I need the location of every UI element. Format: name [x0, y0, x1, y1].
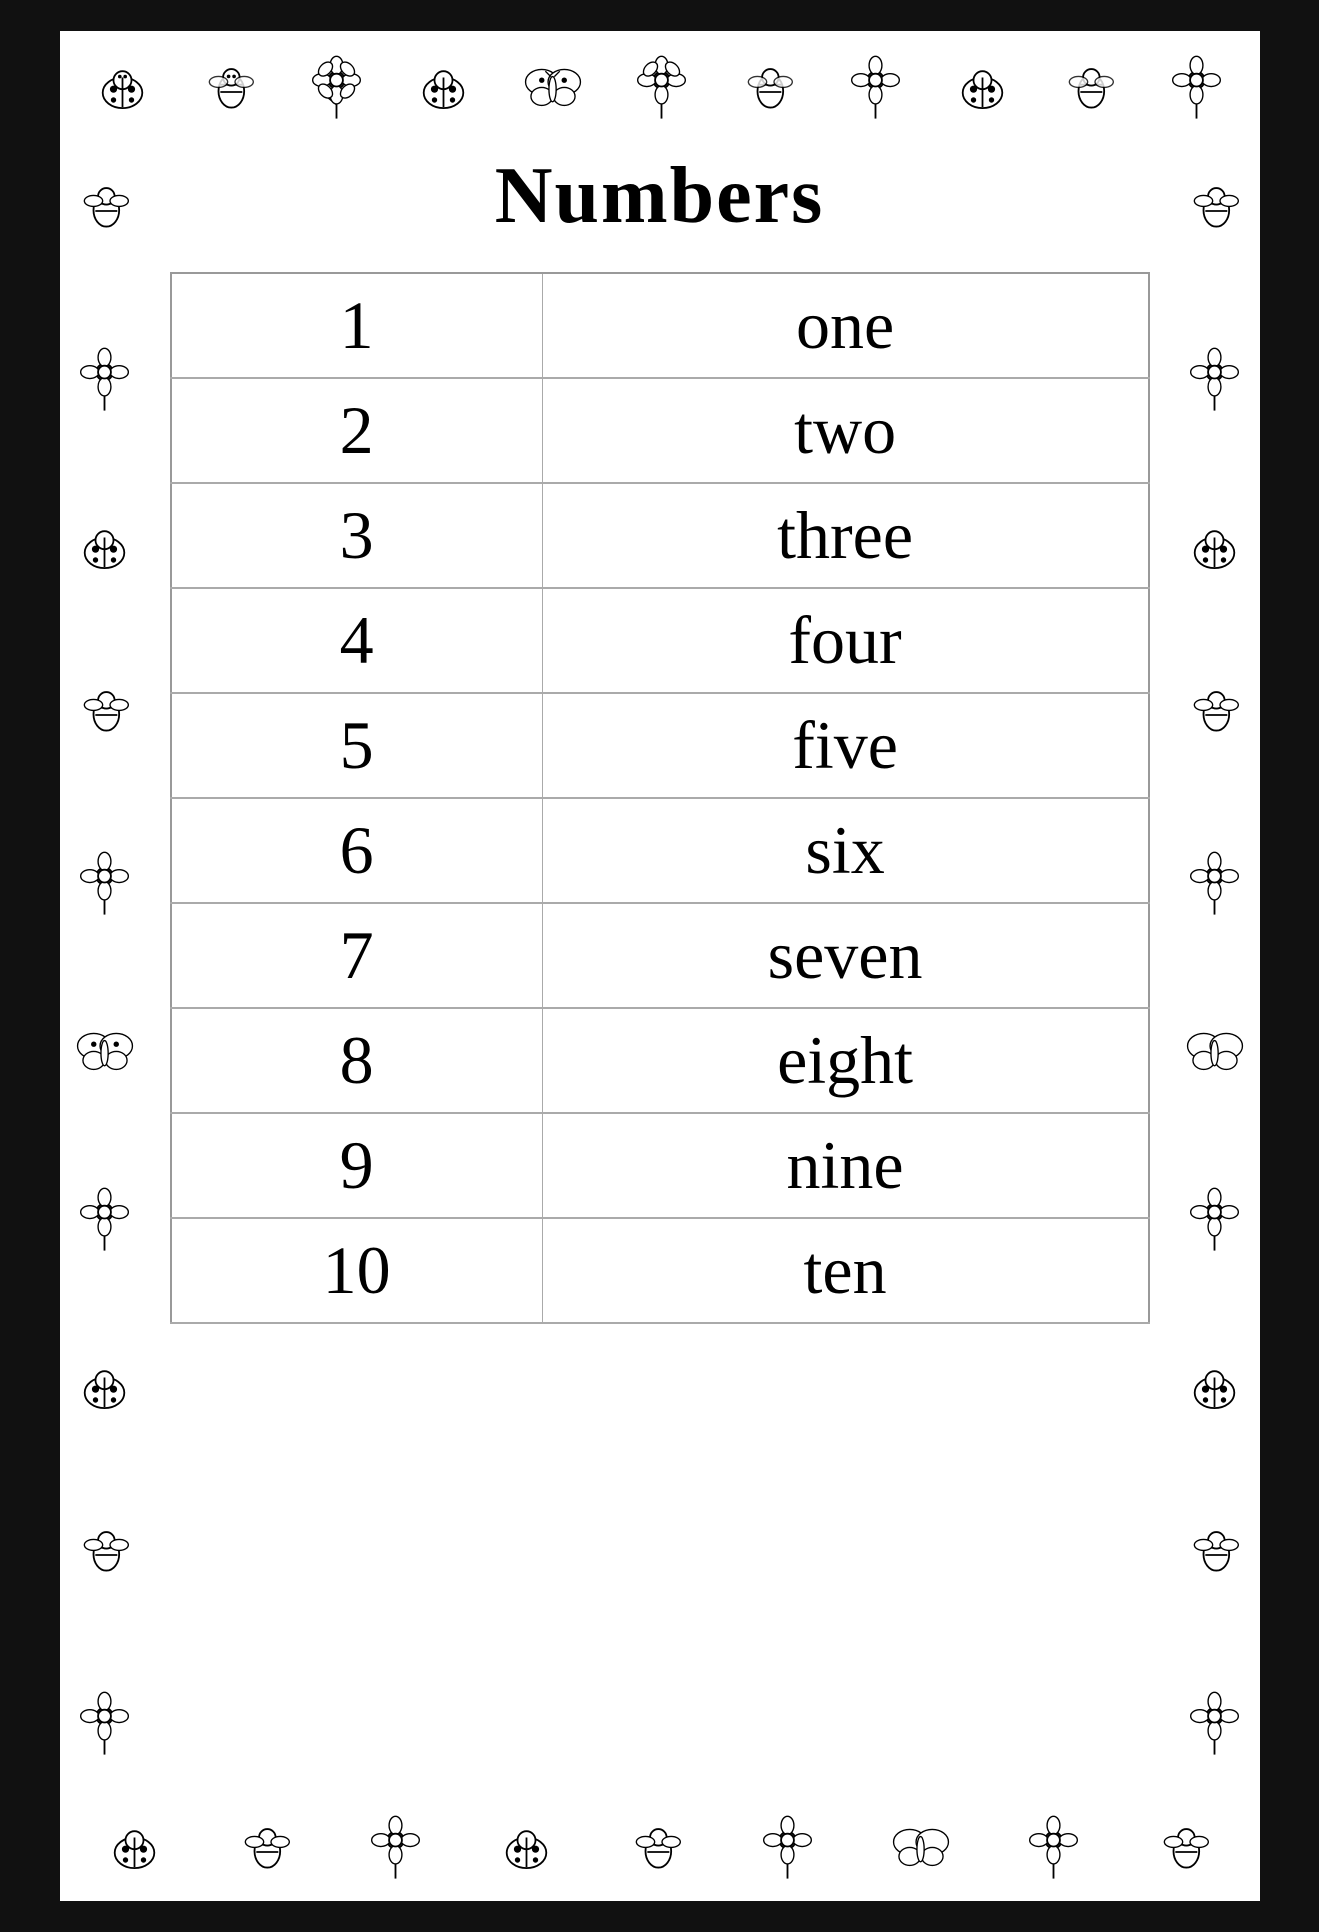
- flower-icon: [848, 54, 903, 119]
- numeral-cell: 8: [171, 1008, 543, 1113]
- flower-icon: [1187, 1186, 1242, 1251]
- butterfly-icon: [1185, 1028, 1245, 1073]
- ladybug-icon: [77, 1364, 132, 1409]
- flower-icon: [77, 1186, 132, 1251]
- table-row: 5five: [171, 693, 1149, 798]
- bee-icon: [1187, 1522, 1242, 1577]
- border-top: [70, 41, 1250, 131]
- flower-icon: [1169, 54, 1224, 119]
- table-row: 1one: [171, 273, 1149, 378]
- flower-icon: [1187, 850, 1242, 915]
- bee-icon: [1187, 682, 1242, 737]
- main-content: Numbers 1one2two3three4four5five6six7sev…: [70, 131, 1250, 1801]
- border-left: [60, 121, 150, 1811]
- word-cell: five: [542, 693, 1148, 798]
- butterfly-icon: [523, 64, 583, 109]
- table-row: 3three: [171, 483, 1149, 588]
- word-cell: six: [542, 798, 1148, 903]
- ladybug-icon: [1187, 524, 1242, 569]
- bee-icon: [1157, 1819, 1212, 1874]
- ladybug-icon: [77, 524, 132, 569]
- table-row: 10ten: [171, 1218, 1149, 1323]
- flower-icon: [77, 850, 132, 915]
- border-right: [1170, 121, 1260, 1811]
- flower-icon: [1187, 346, 1242, 411]
- flower-icon: [1187, 1690, 1242, 1755]
- numeral-cell: 4: [171, 588, 543, 693]
- word-cell: four: [542, 588, 1148, 693]
- bee-icon: [77, 682, 132, 737]
- bee-icon: [1062, 59, 1117, 114]
- ladybug-icon: [955, 64, 1010, 109]
- table-row: 9nine: [171, 1113, 1149, 1218]
- bee-icon: [202, 59, 257, 114]
- butterfly-icon: [75, 1028, 135, 1073]
- numeral-cell: 5: [171, 693, 543, 798]
- table-row: 7seven: [171, 903, 1149, 1008]
- word-cell: eight: [542, 1008, 1148, 1113]
- numeral-cell: 6: [171, 798, 543, 903]
- bee-icon: [77, 1522, 132, 1577]
- numeral-cell: 7: [171, 903, 543, 1008]
- bee-icon: [629, 1819, 684, 1874]
- flower-icon: [760, 1814, 815, 1879]
- bee-icon: [741, 59, 796, 114]
- bee-icon: [77, 178, 132, 233]
- ladybug-icon: [499, 1824, 554, 1869]
- bee-icon: [1187, 178, 1242, 233]
- numbers-table: 1one2two3three4four5five6six7seven8eight…: [170, 272, 1150, 1324]
- numeral-cell: 9: [171, 1113, 543, 1218]
- word-cell: two: [542, 378, 1148, 483]
- flower-icon: [1026, 1814, 1081, 1879]
- ladybug-icon: [1187, 1364, 1242, 1409]
- border-bottom: [70, 1801, 1250, 1891]
- word-cell: seven: [542, 903, 1148, 1008]
- table-row: 4four: [171, 588, 1149, 693]
- flower-icon: [77, 1690, 132, 1755]
- numeral-cell: 1: [171, 273, 543, 378]
- word-cell: ten: [542, 1218, 1148, 1323]
- word-cell: one: [542, 273, 1148, 378]
- numeral-cell: 10: [171, 1218, 543, 1323]
- flower-icon: [77, 346, 132, 411]
- flower-icon: [368, 1814, 423, 1879]
- word-cell: three: [542, 483, 1148, 588]
- table-row: 2two: [171, 378, 1149, 483]
- page-title: Numbers: [495, 151, 825, 242]
- butterfly-icon: [891, 1824, 951, 1869]
- flower-icon: [634, 54, 689, 119]
- table-row: 6six: [171, 798, 1149, 903]
- bee-icon: [238, 1819, 293, 1874]
- table-row: 8eight: [171, 1008, 1149, 1113]
- flower-icon: [309, 54, 364, 119]
- ladybug-icon: [107, 1824, 162, 1869]
- ladybug-icon: [95, 64, 150, 109]
- word-cell: nine: [542, 1113, 1148, 1218]
- page: Numbers 1one2two3three4four5five6six7sev…: [60, 31, 1260, 1901]
- ladybug-icon: [416, 64, 471, 109]
- numeral-cell: 3: [171, 483, 543, 588]
- numeral-cell: 2: [171, 378, 543, 483]
